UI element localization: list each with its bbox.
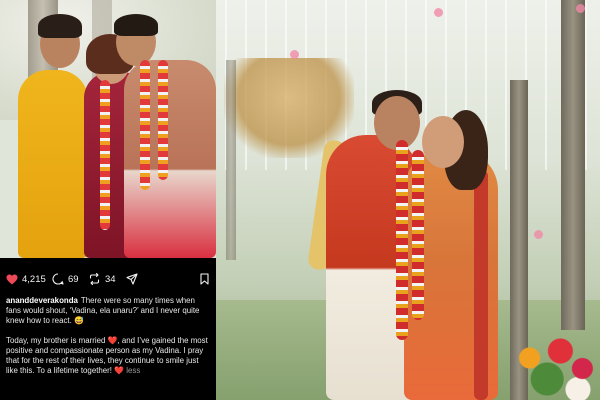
- comment-count: 69: [68, 273, 79, 285]
- post-caption: ananddeverakonda There were so many times…: [6, 296, 212, 385]
- petal: [290, 50, 299, 59]
- flower-garland: [100, 80, 110, 230]
- save-button[interactable]: [199, 271, 210, 287]
- like-count: 4,215: [22, 273, 46, 285]
- group-photo: [0, 0, 216, 258]
- heart-emoji: ❤️: [107, 335, 118, 345]
- share-icon: [126, 273, 138, 285]
- bride-face: [422, 116, 464, 168]
- less-link[interactable]: less: [126, 366, 140, 375]
- caption-paragraph: ananddeverakonda There were so many times…: [6, 296, 212, 327]
- flower-garland: [140, 60, 150, 190]
- flower-garland: [396, 140, 408, 340]
- repost-icon: [88, 273, 101, 285]
- saree-border: [474, 170, 488, 400]
- heart-emoji: ❤️: [114, 366, 125, 376]
- repost-button[interactable]: 34: [88, 271, 116, 287]
- bookmark-icon: [199, 273, 210, 285]
- person-hair: [38, 14, 82, 38]
- repost-count: 34: [105, 273, 116, 285]
- caption-paragraph: Today, my brother is married ❤️, and I’v…: [6, 336, 212, 377]
- post-action-bar: 4,215 69 34: [6, 271, 212, 287]
- heart-icon: [6, 274, 18, 285]
- flower-garland: [412, 150, 424, 320]
- caption-text: Today, my brother is married: [6, 335, 106, 345]
- post-username[interactable]: ananddeverakonda: [6, 296, 78, 305]
- comment-button[interactable]: 69: [52, 271, 79, 287]
- petal: [576, 4, 585, 13]
- person-hair: [114, 14, 158, 36]
- petal: [534, 230, 543, 239]
- tree-trunk: [226, 60, 236, 260]
- flower-garland: [158, 60, 168, 180]
- comment-icon: [52, 273, 64, 285]
- tree-trunk: [561, 0, 585, 330]
- like-button[interactable]: 4,215: [6, 271, 46, 287]
- groom-figure: [124, 60, 216, 258]
- smile-emoji: 😅: [74, 316, 84, 326]
- instagram-post-card: 4,215 69 34 ananddeverakonda There were s: [0, 258, 216, 400]
- share-button[interactable]: [126, 271, 138, 287]
- petal: [434, 8, 443, 17]
- person-yellow-kurta: [18, 70, 88, 258]
- flower-arrangement: [512, 330, 600, 400]
- couple-photo: [216, 0, 600, 400]
